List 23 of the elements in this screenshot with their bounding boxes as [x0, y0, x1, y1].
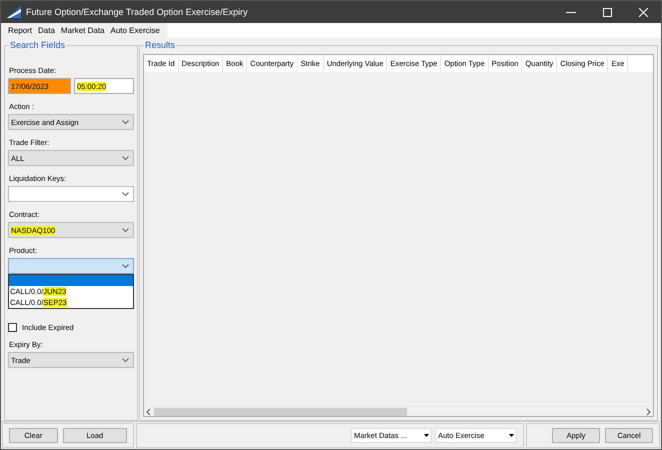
- panel-title: Search Fields: [9, 40, 66, 51]
- caret-icon: [424, 434, 429, 437]
- caret-icon: [509, 434, 514, 437]
- chevron-down-icon: [122, 264, 129, 268]
- panel-title: Results: [144, 40, 176, 51]
- menu-item[interactable]: Data: [35, 23, 58, 38]
- chevron-down-icon: [122, 156, 129, 160]
- menu-item[interactable]: Auto Exercise: [108, 23, 163, 38]
- maximize-icon: [602, 8, 612, 16]
- highlighted-option[interactable]: [9, 275, 133, 286]
- dropdown[interactable]: [8, 258, 134, 274]
- close-icon: [638, 8, 648, 16]
- chevron-down-icon: [122, 120, 129, 124]
- menu-item[interactable]: Report: [5, 23, 36, 38]
- menu-item[interactable]: Market Data: [58, 23, 108, 38]
- chevron-down-icon: [122, 228, 129, 232]
- checkbox[interactable]: [8, 323, 17, 332]
- horizontal-scrollbar[interactable]: [144, 406, 653, 416]
- window-title: Future Option/Exchange Traded Option Exercise/Expiry: [26, 7, 249, 17]
- dropdown[interactable]: [8, 186, 134, 202]
- chevron-down-icon: [122, 358, 129, 362]
- app-logo-icon: [7, 6, 21, 18]
- chevron-down-icon: [122, 192, 129, 196]
